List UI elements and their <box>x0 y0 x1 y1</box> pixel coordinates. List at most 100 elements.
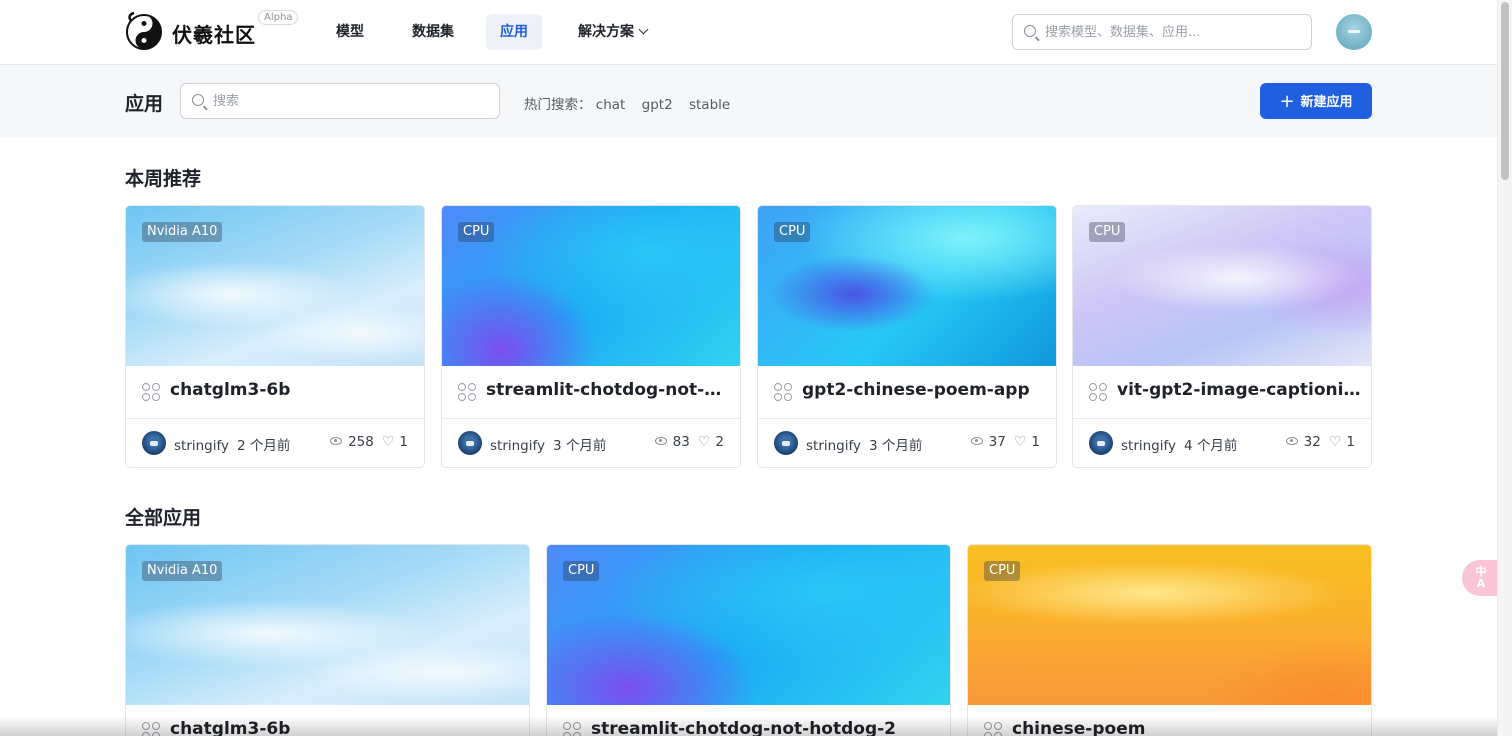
like-count: 1 <box>1346 434 1355 450</box>
nav-solutions-label: 解决方案 <box>578 24 634 40</box>
owner-info: stringify 4 个月前 <box>1121 434 1237 454</box>
eye-icon <box>1285 437 1298 445</box>
app-card[interactable]: Nvidia A10 chatglm3-6b stringify 2 个月前 25… <box>125 205 425 468</box>
app-card[interactable]: CPU vit-gpt2-image-captioning stringify 4… <box>1072 205 1372 468</box>
divider <box>1073 418 1371 419</box>
view-count: 37 <box>988 434 1006 450</box>
app-name[interactable]: vit-gpt2-image-captioning <box>1117 380 1362 400</box>
search-icon <box>1024 25 1036 37</box>
translate-widget-icon[interactable]: 中 A <box>1462 560 1500 596</box>
hardware-badge: CPU <box>563 561 600 581</box>
app-cover <box>547 545 950 705</box>
nav-apps[interactable]: 应用 <box>486 14 542 50</box>
updated-time: 2 个月前 <box>237 438 291 454</box>
heart-icon[interactable]: ♡ <box>382 434 395 450</box>
app-icon <box>142 722 162 736</box>
apps-search-input[interactable] <box>213 84 493 118</box>
view-count: 258 <box>348 434 374 450</box>
app-stats: 32 ♡ 1 <box>1285 434 1355 450</box>
owner-avatar[interactable] <box>458 431 482 455</box>
like-count: 1 <box>399 434 408 450</box>
owner-name[interactable]: stringify <box>806 438 861 454</box>
nav-models[interactable]: 模型 <box>322 14 378 50</box>
heart-icon[interactable]: ♡ <box>1014 434 1027 450</box>
app-icon <box>984 722 1004 736</box>
apps-subheader: 应用 热门搜索： chat gpt2 stable + 新建应用 <box>0 65 1497 137</box>
divider <box>758 418 1056 419</box>
hot-tag-gpt2[interactable]: gpt2 <box>642 97 673 113</box>
heart-icon[interactable]: ♡ <box>1329 434 1342 450</box>
logo-icon[interactable] <box>125 11 163 53</box>
app-icon <box>458 383 478 403</box>
translate-label-bottom: A <box>1476 577 1486 590</box>
app-icon <box>1089 383 1109 403</box>
like-count: 1 <box>1031 434 1040 450</box>
apps-search[interactable] <box>180 83 500 119</box>
global-search[interactable] <box>1012 14 1312 50</box>
app-name[interactable]: chatglm3-6b <box>170 719 510 736</box>
nav-datasets[interactable]: 数据集 <box>398 14 468 50</box>
eye-icon <box>330 437 343 445</box>
owner-name[interactable]: stringify <box>490 438 545 454</box>
owner-name[interactable]: stringify <box>1121 438 1176 454</box>
app-card[interactable]: CPU gpt2-chinese-poem-app stringify 3 个月前… <box>757 205 1057 468</box>
hardware-badge: CPU <box>984 561 1021 581</box>
app-stats: 258 ♡ 1 <box>330 434 408 450</box>
updated-time: 3 个月前 <box>869 438 923 454</box>
plus-icon: + <box>1279 91 1295 112</box>
owner-avatar[interactable] <box>774 431 798 455</box>
owner-avatar[interactable] <box>142 431 166 455</box>
divider <box>442 418 740 419</box>
hardware-badge: CPU <box>774 222 811 242</box>
app-cover <box>968 545 1371 705</box>
app-icon <box>774 383 794 403</box>
search-icon <box>192 94 204 106</box>
view-count: 32 <box>1303 434 1321 450</box>
owner-info: stringify 2 个月前 <box>174 434 290 454</box>
page-scrollbar[interactable] <box>1497 0 1512 736</box>
app-name[interactable]: streamlit-chotdog-not-hot... <box>486 380 726 400</box>
chevron-down-icon <box>638 24 649 35</box>
eye-icon <box>970 437 983 445</box>
nav-solutions[interactable]: 解决方案 <box>564 14 661 50</box>
page-title: 应用 <box>125 93 164 115</box>
owner-name[interactable]: stringify <box>174 438 229 454</box>
hot-tag-chat[interactable]: chat <box>596 97 626 113</box>
hardware-badge: Nvidia A10 <box>142 561 223 581</box>
hardware-badge: CPU <box>1089 222 1126 242</box>
app-name[interactable]: chatglm3-6b <box>170 380 410 400</box>
like-count: 2 <box>715 434 724 450</box>
featured-title: 本周推荐 <box>125 168 202 190</box>
eye-icon <box>654 437 667 445</box>
app-name[interactable]: streamlit-chotdog-not-hotdog-2 <box>591 719 936 736</box>
hot-search-label: 热门搜索： <box>524 97 592 113</box>
new-app-button[interactable]: + 新建应用 <box>1260 83 1372 119</box>
hot-search: 热门搜索： chat gpt2 stable <box>524 93 742 113</box>
new-app-label: 新建应用 <box>1300 95 1353 110</box>
app-name[interactable]: chinese-poem <box>1012 719 1352 736</box>
hot-tag-stable[interactable]: stable <box>689 97 730 113</box>
owner-info: stringify 3 个月前 <box>806 434 922 454</box>
hardware-badge: CPU <box>458 222 495 242</box>
app-card[interactable]: Nvidia A10 chatglm3-6b <box>125 544 530 736</box>
heart-icon[interactable]: ♡ <box>698 434 711 450</box>
user-avatar[interactable] <box>1336 14 1372 50</box>
owner-info: stringify 3 个月前 <box>490 434 606 454</box>
global-search-input[interactable] <box>1045 15 1305 49</box>
app-card[interactable]: CPU chinese-poem <box>967 544 1372 736</box>
updated-time: 4 个月前 <box>1184 438 1238 454</box>
updated-time: 3 个月前 <box>553 438 607 454</box>
brand-name[interactable]: 伏羲社区 <box>172 19 256 48</box>
all-apps-title: 全部应用 <box>125 507 202 529</box>
hardware-badge: Nvidia A10 <box>142 222 223 242</box>
divider <box>126 418 424 419</box>
app-stats: 83 ♡ 2 <box>654 434 724 450</box>
app-icon <box>142 383 162 403</box>
app-card[interactable]: CPU streamlit-chotdog-not-hotdog-2 <box>546 544 951 736</box>
app-name[interactable]: gpt2-chinese-poem-app <box>802 380 1042 400</box>
app-card[interactable]: CPU streamlit-chotdog-not-hot... stringi… <box>441 205 741 468</box>
owner-avatar[interactable] <box>1089 431 1113 455</box>
scrollbar-thumb[interactable] <box>1501 2 1509 180</box>
alpha-badge: Alpha <box>258 10 299 25</box>
top-navbar: 伏羲社区 Alpha 模型 数据集 应用 解决方案 <box>0 0 1497 65</box>
